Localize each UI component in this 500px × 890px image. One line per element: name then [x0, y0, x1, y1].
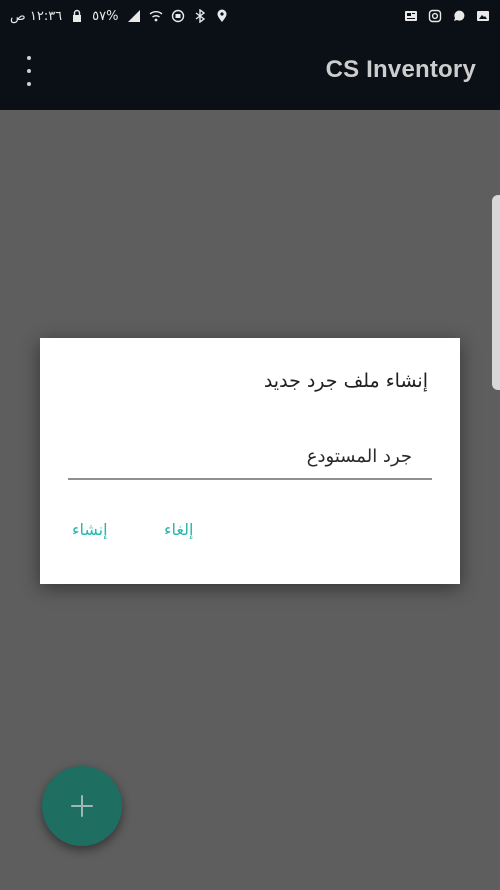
status-left-group: ١٢:٣٦ ص ٥٧%	[10, 9, 229, 24]
status-right-group	[404, 9, 490, 23]
add-fab-button[interactable]	[42, 766, 122, 846]
signal-icon	[127, 10, 140, 22]
whatsapp-icon	[454, 10, 465, 21]
app-title: CS Inventory	[325, 56, 476, 83]
cancel-button[interactable]: إلغاء	[162, 516, 195, 543]
create-inventory-dialog: إنشاء ملف جرد جديد إلغاء إنشاء	[40, 338, 460, 584]
dialog-title: إنشاء ملف جرد جديد	[263, 370, 428, 392]
status-time: ١٢:٣٦ ص	[10, 8, 63, 24]
kebab-dot	[27, 56, 31, 60]
gallery-icon	[477, 11, 489, 21]
kebab-menu-icon[interactable]	[22, 56, 36, 86]
news-icon	[405, 11, 417, 21]
battery-percent: ٥٧%	[92, 8, 119, 24]
kebab-dot	[27, 82, 31, 86]
create-button[interactable]: إنشاء	[70, 516, 110, 543]
bluetooth-icon	[195, 9, 205, 23]
instagram-icon	[428, 9, 442, 23]
wifi-icon	[149, 11, 162, 22]
lock-icon	[73, 9, 82, 22]
kebab-dot	[27, 69, 31, 73]
scroll-edge-indicator	[492, 195, 500, 390]
plus-icon	[71, 795, 93, 817]
location-icon	[217, 9, 226, 22]
inventory-name-input[interactable]	[68, 434, 432, 480]
data-saver-icon	[171, 9, 184, 23]
status-bar: ١٢:٣٦ ص ٥٧%	[0, 0, 500, 32]
app-bar: CS Inventory	[0, 32, 500, 110]
